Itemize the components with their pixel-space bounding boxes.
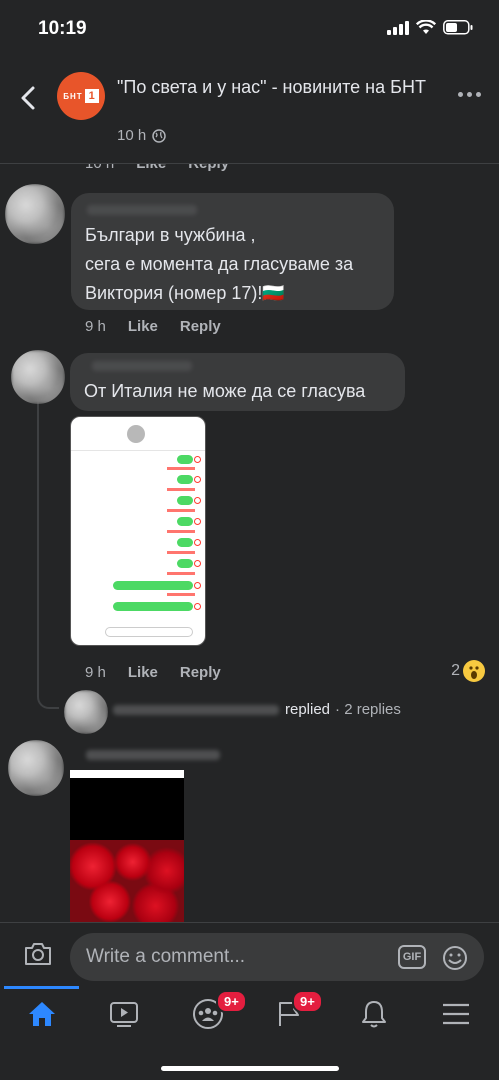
bell-icon — [362, 1001, 386, 1028]
comment-bubble[interactable]: От Италия не може да се гласува — [70, 353, 405, 411]
signal-icon — [387, 20, 409, 35]
comments-list: 10 h Like Reply Българи в чужбина , сега… — [0, 164, 499, 922]
bottom-tab-bar: 9+ 9+ — [0, 986, 499, 1080]
tab-watch[interactable] — [84, 986, 164, 1042]
tab-menu[interactable] — [416, 986, 496, 1042]
back-icon[interactable] — [16, 85, 42, 111]
avatar[interactable] — [64, 690, 108, 734]
comment-actions: 9 h Like Reply — [85, 318, 221, 335]
comment-line: сега е момента да гласуваме за — [85, 254, 354, 274]
post-header: БНТ 1 "По света и у нас" - новините на Б… — [0, 60, 499, 164]
logo-number: 1 — [84, 89, 99, 103]
post-time: 10 h — [117, 127, 147, 144]
view-replies-link[interactable]: replied · 2 replies — [113, 701, 401, 718]
page-title[interactable]: "По света и у нас" - новините на БНТ — [117, 76, 437, 99]
comment-actions: 9 h Like Reply — [85, 664, 221, 681]
video-icon — [110, 1002, 138, 1027]
replies-count: · 2 replies — [335, 701, 401, 718]
replied-label: replied — [285, 701, 331, 718]
reply-button[interactable]: Reply — [180, 664, 221, 681]
emoji-icon[interactable] — [442, 945, 468, 971]
comment-line: Виктория (номер 17)!🇧🇬 — [85, 283, 285, 303]
wifi-icon — [416, 20, 436, 34]
reaction-summary[interactable]: 2 — [451, 660, 485, 682]
attached-screenshot[interactable] — [70, 416, 206, 646]
prev-comment-time: 10 h — [85, 164, 114, 172]
more-options-icon[interactable] — [458, 92, 481, 97]
tab-notifications[interactable] — [334, 986, 414, 1042]
wow-reaction-icon — [463, 660, 485, 682]
post-meta: 10 h — [117, 127, 166, 144]
prev-reply-button[interactable]: Reply — [188, 164, 229, 172]
comment-text: Българи в чужбина , сега е момента да гл… — [85, 221, 353, 308]
prev-comment-actions: 10 h Like Reply — [85, 164, 229, 172]
home-indicator — [161, 1066, 339, 1071]
like-button[interactable]: Like — [128, 664, 158, 681]
logo-text: БНТ — [63, 91, 83, 101]
groups-badge: 9+ — [216, 990, 247, 1013]
avatar[interactable] — [5, 184, 65, 244]
comment-time: 9 h — [85, 318, 106, 335]
tab-home[interactable] — [2, 986, 82, 1042]
status-bar: 10:19 — [0, 0, 499, 60]
comment-input[interactable]: Write a comment... GIF — [70, 933, 484, 981]
comment-composer: Write a comment... GIF — [0, 922, 499, 986]
attached-image[interactable] — [70, 770, 184, 922]
pages-badge: 9+ — [292, 990, 323, 1013]
prev-like-button[interactable]: Like — [136, 164, 166, 172]
globe-icon — [152, 128, 166, 143]
menu-icon — [443, 1003, 469, 1025]
battery-icon — [443, 20, 473, 35]
thread-line — [37, 399, 59, 709]
tab-pages[interactable]: 9+ — [250, 986, 330, 1042]
roses-image — [70, 840, 184, 922]
comment-bubble[interactable]: Българи в чужбина , сега е момента да гл… — [71, 193, 394, 310]
home-icon — [29, 1002, 55, 1026]
tab-groups[interactable]: 9+ — [168, 986, 248, 1042]
like-button[interactable]: Like — [128, 318, 158, 335]
status-time: 10:19 — [38, 18, 87, 39]
camera-icon[interactable] — [23, 941, 53, 967]
commenter-name[interactable] — [86, 750, 220, 760]
comment-placeholder: Write a comment... — [86, 946, 246, 967]
page-logo[interactable]: БНТ 1 — [57, 72, 105, 120]
comment-line: Българи в чужбина , — [85, 225, 256, 245]
avatar[interactable] — [11, 350, 65, 404]
reply-button[interactable]: Reply — [180, 318, 221, 335]
gif-button[interactable]: GIF — [398, 945, 426, 969]
avatar[interactable] — [8, 740, 64, 796]
comment-time: 9 h — [85, 664, 106, 681]
comment-text: От Италия не може да се гласува — [84, 381, 366, 401]
status-icons — [387, 20, 473, 35]
reaction-count: 2 — [451, 662, 460, 679]
